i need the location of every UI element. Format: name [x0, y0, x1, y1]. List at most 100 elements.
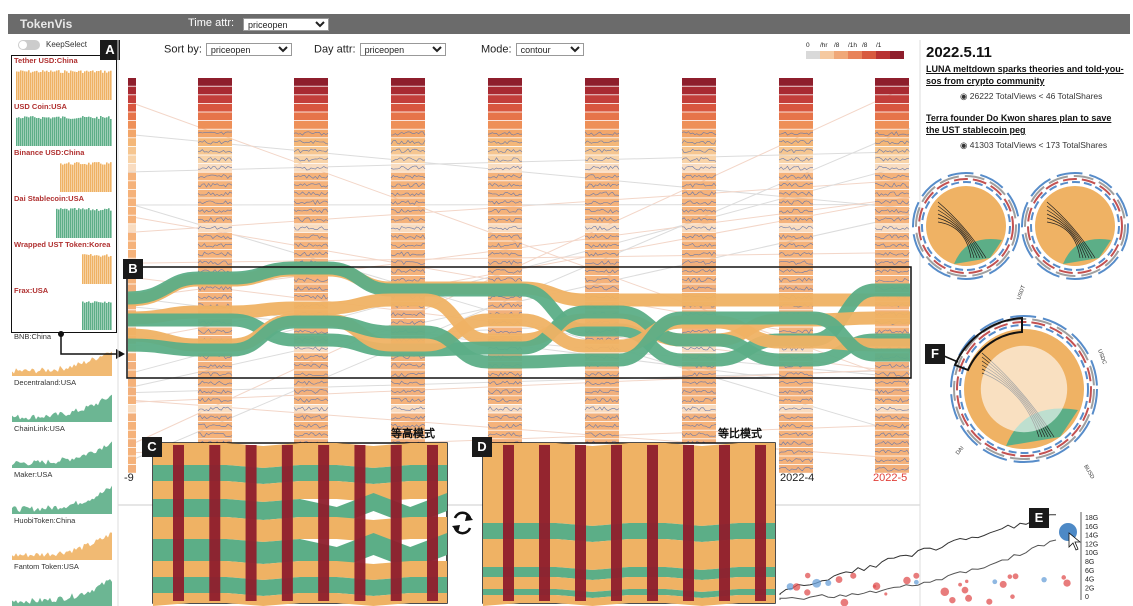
tag-e: E — [1029, 508, 1049, 528]
volume-tick: 16G — [1085, 524, 1098, 531]
day-cell — [585, 430, 619, 439]
volume-tick: 6G — [1085, 568, 1094, 575]
day-cell — [875, 95, 909, 103]
day-cell — [128, 181, 136, 189]
day-cell — [779, 267, 813, 275]
day-cell — [294, 121, 328, 129]
day-cell — [128, 250, 136, 258]
day-cell — [488, 258, 522, 267]
day-cell — [779, 103, 813, 112]
day-cell — [198, 370, 232, 379]
time-label-apr: 2022-4 — [780, 472, 815, 484]
day-cell — [682, 103, 716, 112]
day-cell — [585, 86, 619, 95]
volume-dot — [850, 572, 857, 579]
volume-dot — [792, 583, 801, 591]
day-cell — [488, 250, 522, 258]
subview-band — [483, 539, 775, 570]
day-cell — [585, 95, 619, 103]
day-cell — [779, 379, 813, 387]
volume-dot — [961, 586, 969, 594]
day-cell — [128, 164, 136, 172]
subview-bar — [318, 445, 330, 601]
day-cell — [391, 258, 425, 267]
tag-f: F — [925, 344, 945, 364]
subview-bar — [647, 445, 658, 601]
day-cell — [198, 215, 232, 224]
volume-dot — [940, 587, 950, 597]
day-cell — [585, 284, 619, 293]
tag-f-pointer — [943, 355, 959, 363]
day-cell — [779, 138, 813, 146]
day-cell — [391, 86, 425, 95]
volume-line — [779, 539, 1057, 600]
day-cell — [779, 224, 813, 232]
day-cell — [779, 78, 813, 86]
subview-bar — [611, 445, 622, 601]
subview-band — [483, 443, 775, 526]
day-cell — [128, 422, 136, 430]
day-cell — [198, 129, 232, 138]
equal-height-caption: 等高模式 — [391, 428, 435, 440]
day-cell — [682, 155, 716, 164]
news-headline[interactable]: Terra founder Do Kwon shares plan to sav… — [926, 112, 1126, 136]
day-cell — [391, 318, 425, 327]
volume-dot — [840, 598, 849, 606]
subview-band — [153, 443, 447, 468]
day-cell — [391, 138, 425, 146]
day-cell — [391, 103, 425, 112]
day-cell — [391, 250, 425, 258]
day-cell — [875, 232, 909, 241]
day-cell — [391, 146, 425, 155]
day-cell — [198, 121, 232, 129]
volume-dot — [1063, 579, 1071, 587]
day-cell — [488, 78, 522, 86]
day-cell — [779, 258, 813, 267]
subview-bar — [427, 445, 438, 601]
volume-tick: 18G — [1085, 515, 1098, 522]
day-cell — [294, 78, 328, 86]
day-cell — [779, 387, 813, 396]
day-cell — [875, 78, 909, 86]
day-cell — [198, 86, 232, 95]
day-cell — [128, 396, 136, 404]
day-cell — [128, 232, 136, 241]
volume-tick: 10G — [1085, 550, 1098, 557]
subview-bar — [539, 445, 550, 601]
subview-bar — [245, 445, 257, 601]
day-cell — [488, 146, 522, 155]
news-item-1[interactable]: LUNA meltdown sparks theories and told-y… — [926, 63, 1126, 102]
day-cell — [779, 86, 813, 95]
day-cell — [128, 78, 136, 86]
day-cell — [682, 413, 716, 422]
day-cell — [128, 387, 136, 396]
volume-dot — [1061, 575, 1067, 580]
day-cell — [128, 86, 136, 95]
day-cell — [585, 198, 619, 207]
day-cell — [198, 172, 232, 181]
views-count: 26222 TotalViews — [969, 91, 1037, 101]
day-cell — [128, 379, 136, 387]
day-cell — [488, 396, 522, 404]
day-cell — [128, 129, 136, 138]
day-cell — [391, 121, 425, 129]
day-cell — [682, 404, 716, 413]
news-date: 2022.5.11 — [926, 44, 992, 61]
day-cell — [128, 224, 136, 232]
news-item-2[interactable]: Terra founder Do Kwon shares plan to sav… — [926, 112, 1126, 151]
shares-count: 173 TotalShares — [1045, 140, 1108, 150]
day-cell — [128, 155, 136, 164]
day-cell — [198, 327, 232, 336]
day-cell — [294, 404, 328, 413]
day-cell — [585, 146, 619, 155]
day-cell — [198, 95, 232, 103]
volume-dot — [825, 579, 832, 586]
volume-tick: 8G — [1085, 559, 1094, 566]
day-cell — [585, 258, 619, 267]
day-cell — [391, 224, 425, 232]
day-cell — [488, 155, 522, 164]
news-headline[interactable]: LUNA meltdown sparks theories and told-y… — [926, 63, 1126, 87]
day-cell — [391, 129, 425, 138]
day-cell — [585, 370, 619, 379]
day-cell — [682, 112, 716, 121]
